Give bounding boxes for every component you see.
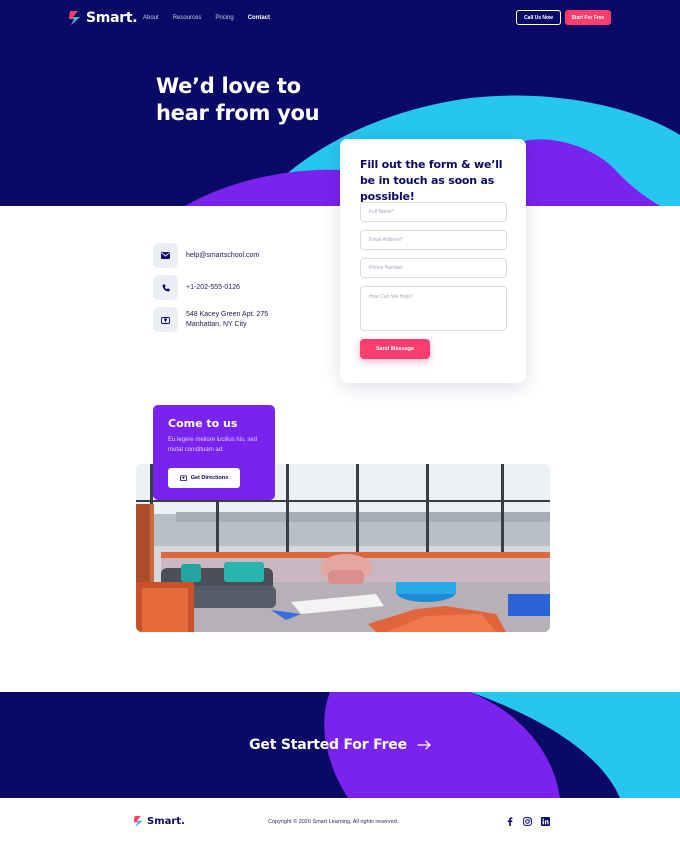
nav-link-contact[interactable]: Contact bbox=[248, 15, 270, 21]
nav-link-about[interactable]: About bbox=[143, 15, 159, 21]
nav-link-resources[interactable]: Resources bbox=[173, 15, 202, 21]
brand-name: Smart. bbox=[86, 10, 138, 26]
logo-icon bbox=[133, 816, 143, 827]
hero-title-line-2: hear from you bbox=[156, 101, 320, 125]
footer-logo[interactable]: Smart. bbox=[133, 815, 185, 828]
nav-link-pricing[interactable]: Pricing bbox=[215, 15, 233, 21]
cta-label: Get Started For Free bbox=[249, 737, 407, 753]
get-started-link[interactable]: Get Started For Free bbox=[0, 737, 680, 753]
get-directions-button[interactable]: Get Directions bbox=[168, 468, 240, 488]
mail-icon bbox=[153, 243, 178, 268]
social-links bbox=[505, 817, 550, 826]
come-to-us-title: Come to us bbox=[168, 417, 238, 430]
come-to-us-description: Eu legere meliore lucilius his, sed muta… bbox=[168, 437, 258, 453]
start-for-free-button[interactable]: Start For Free bbox=[565, 10, 611, 25]
facebook-icon[interactable] bbox=[505, 817, 514, 826]
address-line-2: Manhattan, NY City bbox=[186, 320, 247, 328]
contact-address: 548 Kacey Green Apt. 275 Manhattan, NY C… bbox=[153, 307, 268, 332]
cta-band: Get Started For Free bbox=[0, 692, 680, 798]
contact-phone: +1-202-555-0126 bbox=[153, 275, 240, 300]
come-to-us-card: Come to us Eu legere meliore lucilius hi… bbox=[153, 405, 275, 500]
footer-brand-name: Smart. bbox=[147, 816, 185, 827]
arrow-right-icon bbox=[417, 740, 431, 750]
address-line-1: 548 Kacey Green Apt. 275 bbox=[186, 310, 269, 318]
send-message-button[interactable]: Send Message bbox=[360, 339, 430, 359]
brand-logo[interactable]: Smart. bbox=[68, 10, 138, 26]
contact-email-text[interactable]: help@smartschool.com bbox=[186, 251, 259, 261]
map-icon bbox=[179, 475, 187, 481]
linkedin-icon[interactable] bbox=[541, 817, 550, 826]
contact-form-card: Fill out the form & we’ll be in touch as… bbox=[340, 139, 526, 383]
nav-links: About Resources Pricing Contact bbox=[143, 15, 270, 21]
top-navigation: Smart. About Resources Pricing Contact C… bbox=[0, 0, 680, 36]
email-input[interactable] bbox=[360, 230, 507, 250]
phone-icon bbox=[153, 275, 178, 300]
phone-input[interactable] bbox=[360, 258, 507, 278]
logo-icon bbox=[69, 11, 80, 25]
instagram-icon[interactable] bbox=[523, 817, 532, 826]
contact-phone-text[interactable]: +1-202-555-0126 bbox=[186, 283, 240, 293]
hero-title: We’d love to hear from you bbox=[156, 73, 336, 127]
contact-address-text: 548 Kacey Green Apt. 275 Manhattan, NY C… bbox=[186, 310, 268, 330]
contact-email: help@smartschool.com bbox=[153, 243, 259, 268]
hero-title-line-1: We’d love to bbox=[156, 74, 301, 98]
page: Smart. About Resources Pricing Contact C… bbox=[0, 0, 680, 846]
call-us-button[interactable]: Call Us Now bbox=[516, 10, 561, 25]
form-title: Fill out the form & we’ll be in touch as… bbox=[360, 158, 503, 203]
footer: Smart. Copyright © 2020 Smart Learning. … bbox=[0, 798, 680, 846]
get-directions-label: Get Directions bbox=[190, 475, 229, 481]
map-location-icon bbox=[153, 307, 178, 332]
copyright-text: Copyright © 2020 Smart Learning. All rig… bbox=[268, 819, 399, 825]
full-name-input[interactable] bbox=[360, 202, 507, 222]
message-textarea[interactable] bbox=[360, 286, 507, 331]
